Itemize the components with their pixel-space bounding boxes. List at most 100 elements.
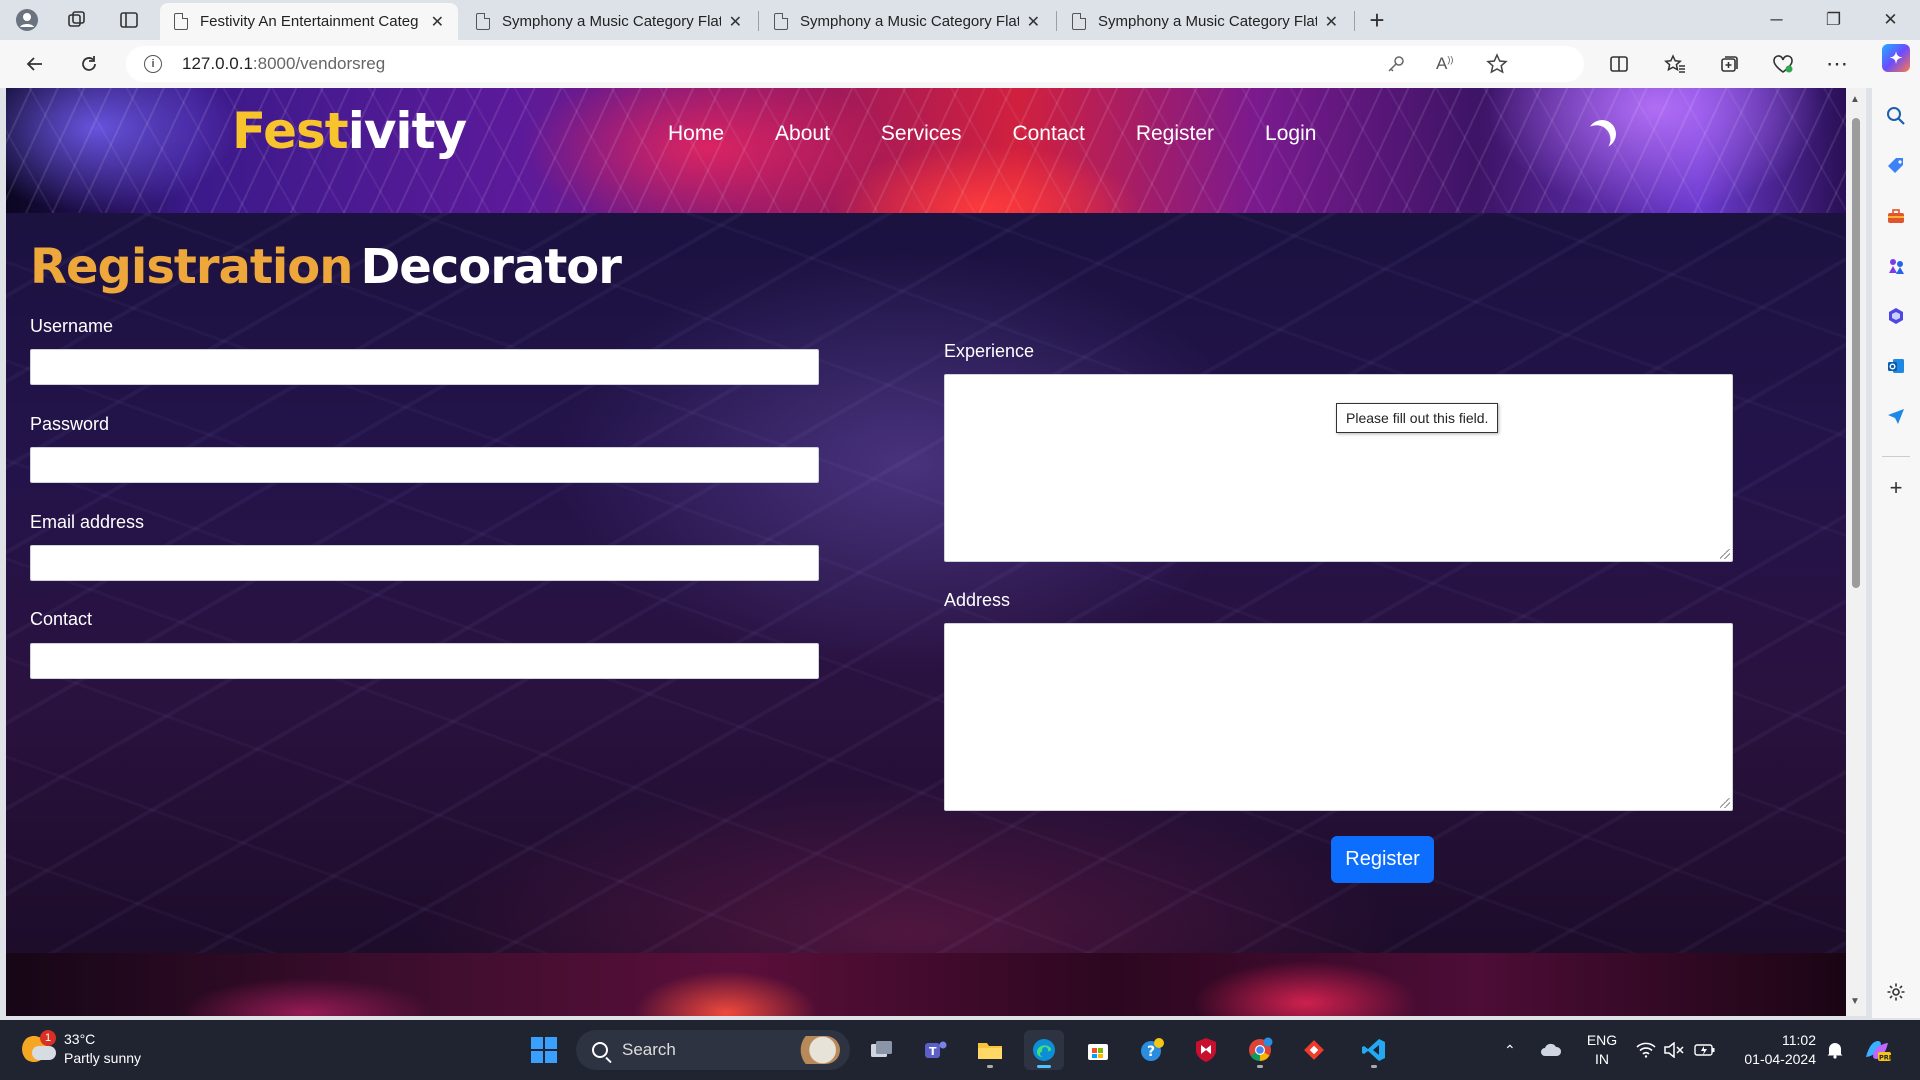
browser-essentials-icon[interactable] xyxy=(1766,48,1800,80)
url-field[interactable]: i 127.0.0.1:8000/vendorsreg A)) xyxy=(126,46,1584,82)
page-title-rest: Decorator xyxy=(360,239,621,295)
language-indicator[interactable]: ENG IN xyxy=(1582,1031,1622,1069)
tab-symphony-3[interactable]: Symphony a Music Category Flat ✕ xyxy=(1058,3,1352,40)
page-title-highlight: Registration xyxy=(30,239,353,295)
clock-date: 01-04-2024 xyxy=(1744,1051,1816,1067)
header-banner: Festivity Home About Services Contact Re… xyxy=(6,88,1846,213)
close-icon[interactable]: ✕ xyxy=(1027,12,1040,32)
site-logo[interactable]: Festivity xyxy=(232,102,467,160)
search-icon[interactable] xyxy=(1882,102,1910,130)
scrollbar-thumb[interactable] xyxy=(1852,118,1860,588)
scroll-up-arrow-icon[interactable]: ▲ xyxy=(1850,94,1860,105)
windows-taskbar: 1 33°C Partly sunny Search T ? ⌃ ENG IN … xyxy=(0,1020,1920,1080)
url-host: 127.0.0.1 xyxy=(182,54,253,73)
workspaces-icon[interactable] xyxy=(60,4,94,36)
onedrive-icon[interactable] xyxy=(1540,1030,1562,1070)
nav-link-about[interactable]: About xyxy=(775,122,830,146)
concert-background xyxy=(6,213,1846,953)
shopping-tag-icon[interactable] xyxy=(1882,152,1910,180)
file-explorer-icon[interactable] xyxy=(970,1030,1010,1070)
email-input[interactable] xyxy=(30,545,819,581)
microsoft-365-icon[interactable] xyxy=(1882,302,1910,330)
register-submit-button[interactable]: Register xyxy=(1331,836,1434,883)
split-screen-icon[interactable] xyxy=(1602,48,1636,80)
tab-actions-icon[interactable] xyxy=(112,4,146,36)
site-info-icon[interactable]: i xyxy=(144,55,162,73)
scroll-down-arrow-icon[interactable]: ▼ xyxy=(1850,996,1860,1007)
start-button[interactable] xyxy=(524,1030,564,1070)
username-input[interactable] xyxy=(30,349,819,385)
speaker-muted-icon[interactable] xyxy=(1664,1030,1684,1070)
vscode-icon[interactable] xyxy=(1354,1030,1394,1070)
close-window-button[interactable]: ✕ xyxy=(1863,0,1918,40)
address-textarea[interactable] xyxy=(944,623,1733,811)
close-icon[interactable]: ✕ xyxy=(1325,12,1338,32)
taskbar-search[interactable]: Search xyxy=(576,1030,850,1070)
anydesk-icon[interactable] xyxy=(1294,1030,1334,1070)
help-icon[interactable]: ? xyxy=(1132,1030,1172,1070)
add-sidebar-app-icon[interactable]: + xyxy=(1882,474,1910,502)
page-scrollbar[interactable]: ▲ ▼ xyxy=(1846,88,1866,1016)
weather-widget[interactable]: 1 33°C Partly sunny xyxy=(22,1030,141,1068)
task-view-icon[interactable] xyxy=(862,1030,902,1070)
collections-icon[interactable] xyxy=(1712,48,1746,80)
running-indicator xyxy=(987,1065,993,1068)
notification-bell-icon[interactable] xyxy=(1826,1030,1844,1070)
contact-input[interactable] xyxy=(30,643,819,679)
close-icon[interactable]: ✕ xyxy=(431,12,444,32)
games-icon[interactable] xyxy=(1882,252,1910,280)
wifi-icon[interactable] xyxy=(1636,1030,1656,1070)
minimize-button[interactable]: ─ xyxy=(1749,0,1804,40)
sidebar-divider xyxy=(1882,456,1910,457)
outlook-icon[interactable] xyxy=(1882,352,1910,380)
address-label: Address xyxy=(944,590,1011,610)
edge-browser-icon[interactable] xyxy=(1024,1030,1064,1070)
nav-link-login[interactable]: Login xyxy=(1265,122,1316,146)
back-button[interactable] xyxy=(18,48,52,80)
restore-button[interactable]: ❐ xyxy=(1806,0,1861,40)
copilot-icon[interactable]: ✦ xyxy=(1882,44,1910,72)
tray-chevron-icon[interactable]: ⌃ xyxy=(1504,1030,1516,1070)
mcafee-icon[interactable] xyxy=(1186,1030,1226,1070)
main-nav: Home About Services Contact Register Log… xyxy=(668,122,1367,146)
password-input[interactable] xyxy=(30,447,819,483)
nav-link-register[interactable]: Register xyxy=(1136,122,1214,146)
sidebar-settings-icon[interactable] xyxy=(1882,978,1910,1006)
clock-time: 11:02 xyxy=(1782,1032,1816,1048)
teams-icon[interactable]: T xyxy=(916,1030,956,1070)
region-code: IN xyxy=(1595,1051,1609,1067)
chrome-icon[interactable] xyxy=(1240,1030,1280,1070)
svg-text:?: ? xyxy=(1147,1044,1155,1060)
battery-charging-icon[interactable] xyxy=(1694,1030,1716,1070)
microsoft-store-icon[interactable] xyxy=(1078,1030,1118,1070)
tab-symphony-2[interactable]: Symphony a Music Category Flat ✕ xyxy=(760,3,1054,40)
copilot-taskbar-icon[interactable]: PRE xyxy=(1862,1030,1892,1070)
tab-separator xyxy=(1056,11,1057,31)
read-aloud-icon[interactable]: A)) xyxy=(1436,46,1453,82)
drop-icon[interactable] xyxy=(1882,402,1910,430)
toolbox-icon[interactable] xyxy=(1882,202,1910,230)
page-icon xyxy=(1072,13,1086,30)
refresh-button[interactable] xyxy=(72,48,106,80)
key-icon[interactable] xyxy=(1386,46,1406,82)
close-icon[interactable]: ✕ xyxy=(729,12,742,32)
tab-festivity[interactable]: Festivity An Entertainment Categ ✕ xyxy=(160,3,458,40)
new-tab-button[interactable]: + xyxy=(1360,4,1394,36)
search-icon xyxy=(592,1042,608,1058)
validation-tooltip: Please fill out this field. xyxy=(1336,403,1499,433)
nav-link-services[interactable]: Services xyxy=(881,122,962,146)
tab-symphony-1[interactable]: Symphony a Music Category Flat ✕ xyxy=(462,3,756,40)
resize-handle-icon[interactable] xyxy=(1720,549,1730,559)
more-options-icon[interactable]: ⋯ xyxy=(1820,48,1854,80)
url-path: :8000/vendorsreg xyxy=(252,54,386,73)
profile-icon[interactable] xyxy=(10,4,44,36)
nav-link-contact[interactable]: Contact xyxy=(1012,122,1084,146)
page-icon xyxy=(476,13,490,30)
system-clock[interactable]: 11:02 01-04-2024 xyxy=(1736,1031,1816,1069)
resize-handle-icon[interactable] xyxy=(1720,798,1730,808)
favorites-icon[interactable] xyxy=(1658,48,1692,80)
favorite-star-icon[interactable] xyxy=(1486,46,1508,82)
nav-link-home[interactable]: Home xyxy=(668,122,724,146)
page-title: Registration Decorator xyxy=(30,239,622,295)
notification-badge: 1 xyxy=(40,1030,56,1046)
